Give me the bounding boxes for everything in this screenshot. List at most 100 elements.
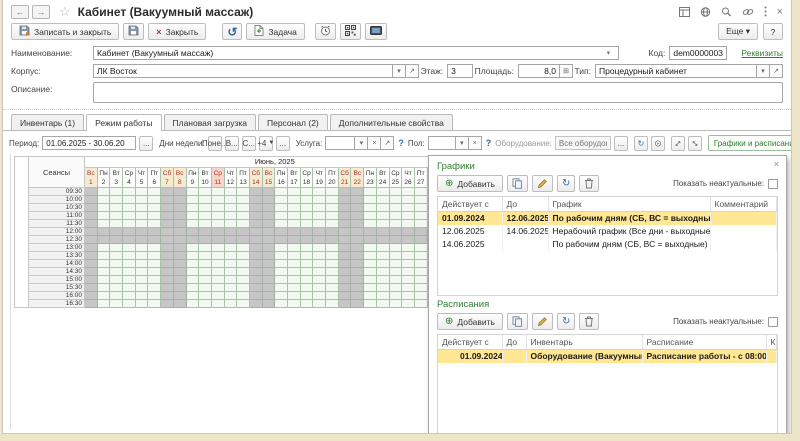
calendar-cell[interactable] [135,228,148,236]
gender-input[interactable] [428,136,456,150]
calendar-cell[interactable] [300,228,313,236]
calendar-cell[interactable] [300,188,313,196]
calendar-cell[interactable] [161,300,174,308]
schedules-and-timetables-button[interactable]: Графики и расписания [708,135,791,151]
calendar-cell[interactable] [161,204,174,212]
calendar-cell[interactable] [338,300,351,308]
calendar-day-header[interactable]: Пт13 [237,168,250,188]
link-icon[interactable] [742,7,754,17]
calendar-cell[interactable] [173,252,186,260]
calendar-cell[interactable] [211,300,224,308]
column-header[interactable]: Расписание [642,335,766,350]
calendar-cell[interactable] [300,268,313,276]
building-dropdown-button[interactable]: ▾ [393,64,406,78]
calendar-cell[interactable] [300,300,313,308]
calendar-cell[interactable] [288,212,301,220]
close-icon[interactable]: × [777,7,783,17]
calendar-cell[interactable] [364,228,377,236]
calendar-cell[interactable] [364,292,377,300]
calendar-cell[interactable] [338,260,351,268]
calendar-cell[interactable] [313,276,326,284]
raspisaniya-refresh-button[interactable]: ↻ [557,313,575,330]
calendar-cell[interactable] [135,276,148,284]
calendar-cell[interactable] [161,196,174,204]
calendar-cell[interactable] [186,292,199,300]
calendar-cell[interactable] [110,284,123,292]
calendar-cell[interactable] [85,260,98,268]
calendar-cell[interactable] [161,212,174,220]
calendar-cell[interactable] [186,196,199,204]
calendar-cell[interactable] [288,300,301,308]
calendar-cell[interactable] [288,228,301,236]
type-open-button[interactable]: ↗ [770,64,783,78]
calendar-day-header[interactable]: Вт10 [199,168,212,188]
calendar-cell[interactable] [237,292,250,300]
calendar-cell[interactable] [376,188,389,196]
calendar-cell[interactable] [161,292,174,300]
calendar-cell[interactable] [300,244,313,252]
calendar-cell[interactable] [351,244,364,252]
calendar-day-header[interactable]: Вс22 [351,168,364,188]
calendar-cell[interactable] [199,196,212,204]
calendar-cell[interactable] [173,300,186,308]
calendar-cell[interactable] [237,220,250,228]
calendar-cell[interactable] [135,204,148,212]
calendar-cell[interactable] [414,268,427,276]
column-header[interactable]: Комментарий [710,197,777,212]
calendar-cell[interactable] [199,268,212,276]
calendar-cell[interactable] [211,252,224,260]
calendar-day-header[interactable]: Ср25 [389,168,402,188]
calendar-cell[interactable] [97,300,110,308]
forward-button[interactable]: → [32,5,50,19]
calendar-cell[interactable] [249,268,262,276]
calendar-cell[interactable] [275,300,288,308]
calendar-cell[interactable] [224,196,237,204]
calendar-cell[interactable] [275,284,288,292]
calendar-cell[interactable] [275,196,288,204]
tab-work-mode[interactable]: Режим работы [86,114,161,131]
calendar-cell[interactable] [402,260,415,268]
calendar-cell[interactable] [300,276,313,284]
calendar-cell[interactable] [351,236,364,244]
calendar-cell[interactable] [85,244,98,252]
calendar-day-header[interactable]: Пн9 [186,168,199,188]
calendar-cell[interactable] [97,228,110,236]
calendar-cell[interactable] [288,276,301,284]
calendar-cell[interactable] [173,268,186,276]
calendar-cell[interactable] [376,236,389,244]
calendar-cell[interactable] [123,196,136,204]
calendar-cell[interactable] [110,228,123,236]
calendar-cell[interactable] [313,236,326,244]
calendar-cell[interactable] [135,268,148,276]
calendar-cell[interactable] [161,220,174,228]
calendar-cell[interactable] [313,244,326,252]
calendar-cell[interactable] [110,204,123,212]
calendar-cell[interactable] [85,276,98,284]
calendar-cell[interactable] [288,292,301,300]
calendar-cell[interactable] [364,284,377,292]
calendar-cell[interactable] [186,204,199,212]
calendar-cell[interactable] [237,260,250,268]
calendar-cell[interactable] [402,236,415,244]
calendar-cell[interactable] [364,244,377,252]
calendar-cell[interactable] [389,212,402,220]
requisites-link[interactable]: Реквизиты [741,48,783,58]
calendar-cell[interactable] [173,244,186,252]
calendar-cell[interactable] [351,220,364,228]
calendar-cell[interactable] [275,204,288,212]
calendar-cell[interactable] [389,228,402,236]
calendar-cell[interactable] [338,212,351,220]
calendar-day-header[interactable]: Пн2 [97,168,110,188]
calendar-cell[interactable] [262,252,275,260]
calendar-cell[interactable] [338,204,351,212]
calendar-cell[interactable] [300,236,313,244]
calendar-cell[interactable] [288,244,301,252]
calendar-cell[interactable] [249,196,262,204]
calendar-cell[interactable] [186,268,199,276]
help-button[interactable]: ? [763,23,783,40]
calendar-cell[interactable] [326,212,339,220]
calendar-cell[interactable] [211,188,224,196]
calendar-cell[interactable] [97,276,110,284]
calendar-day-header[interactable]: Пт20 [326,168,339,188]
calendar-cell[interactable] [85,204,98,212]
